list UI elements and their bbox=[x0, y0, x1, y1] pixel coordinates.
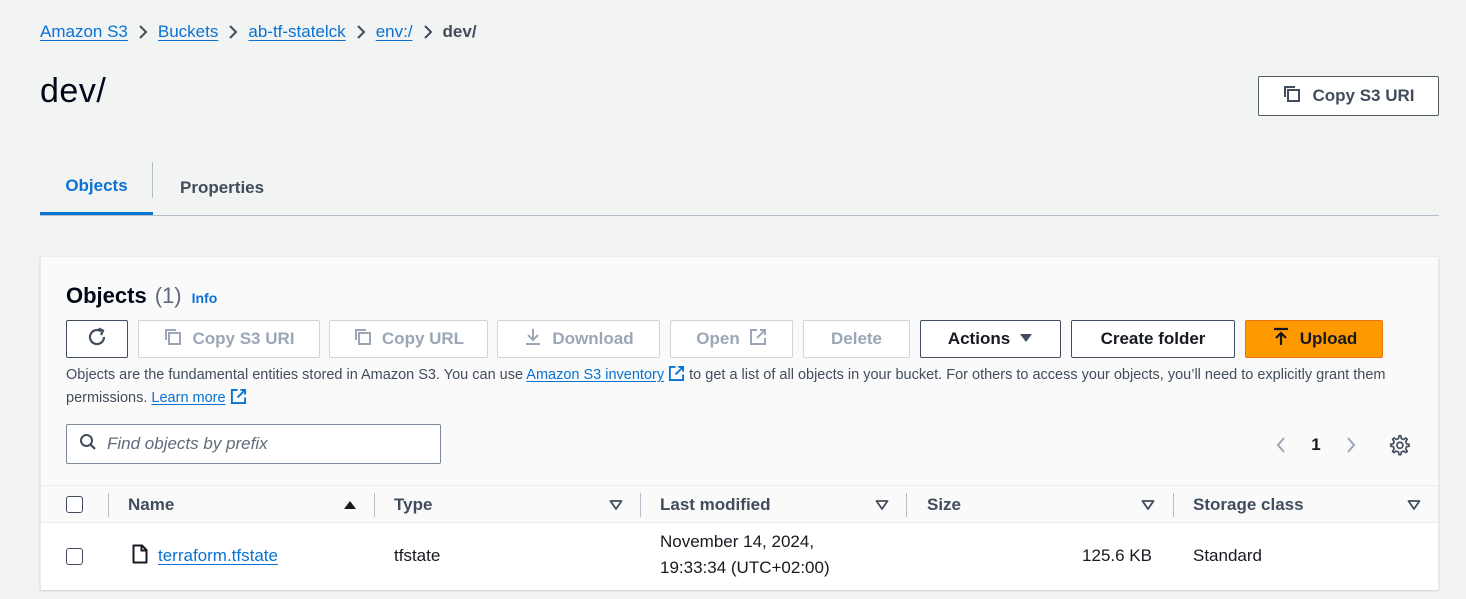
external-link-icon bbox=[668, 365, 685, 388]
breadcrumb-amazon-s3[interactable]: Amazon S3 bbox=[40, 22, 128, 42]
objects-count: (1) bbox=[154, 283, 182, 308]
search-input[interactable] bbox=[107, 434, 427, 454]
select-all-checkbox[interactable] bbox=[66, 496, 83, 513]
file-icon bbox=[132, 544, 148, 572]
s3-folder-page: Amazon S3 Buckets ab-tf-statelck env:/ d… bbox=[0, 0, 1466, 599]
search-icon bbox=[79, 433, 97, 456]
chevron-right-icon bbox=[128, 25, 158, 39]
copy-icon bbox=[353, 327, 373, 352]
last-modified-date: November 14, 2024, bbox=[660, 532, 815, 551]
copy-url-label: Copy URL bbox=[381, 329, 465, 348]
inventory-link[interactable]: Amazon S3 inventory bbox=[526, 367, 664, 383]
upload-label: Upload bbox=[1299, 329, 1358, 348]
copy-icon bbox=[163, 327, 183, 352]
upload-button[interactable]: Upload bbox=[1245, 320, 1383, 358]
objects-panel-title: Objects (1) Info bbox=[66, 283, 217, 309]
page-number[interactable]: 1 bbox=[1293, 435, 1339, 455]
copy-icon bbox=[1282, 84, 1302, 109]
object-type: tfstate bbox=[394, 546, 441, 565]
download-button[interactable]: Download bbox=[497, 320, 660, 358]
chevron-right-icon bbox=[346, 25, 376, 39]
actions-dropdown[interactable]: Actions bbox=[920, 320, 1061, 358]
copy-url-button[interactable]: Copy URL bbox=[329, 320, 488, 358]
column-header-size[interactable]: Size bbox=[927, 486, 961, 524]
objects-panel: Objects (1) Info Copy S3 URI Copy URL Do… bbox=[40, 256, 1439, 590]
objects-description: Objects are the fundamental entities sto… bbox=[66, 365, 1406, 411]
column-divider bbox=[1173, 493, 1174, 517]
description-text-1: Objects are the fundamental entities sto… bbox=[66, 367, 527, 383]
breadcrumb-current: dev/ bbox=[442, 22, 477, 41]
sort-caret-down-icon[interactable] bbox=[1407, 498, 1421, 512]
chevron-right-icon bbox=[218, 25, 248, 39]
chevron-right-icon bbox=[413, 25, 443, 39]
objects-panel-header: Objects (1) Info Copy S3 URI Copy URL Do… bbox=[41, 257, 1438, 485]
table-row: terraform.tfstate tfstate November 14, 2… bbox=[41, 524, 1438, 590]
search-box bbox=[66, 424, 441, 464]
copy-s3-uri-button[interactable]: Copy S3 URI bbox=[1258, 76, 1439, 116]
caret-down-icon bbox=[1019, 329, 1033, 349]
previous-page-icon[interactable] bbox=[1269, 433, 1293, 457]
open-button[interactable]: Open bbox=[670, 320, 793, 358]
column-divider bbox=[640, 493, 641, 517]
learn-more-label: Learn more bbox=[151, 390, 226, 406]
inventory-link-label: Amazon S3 inventory bbox=[526, 367, 665, 383]
row-select-checkbox[interactable] bbox=[66, 548, 83, 565]
download-icon bbox=[523, 327, 543, 352]
pagination: 1 bbox=[1269, 433, 1363, 457]
copy-s3-uri-label: Copy S3 URI bbox=[1312, 86, 1415, 105]
breadcrumb-env-folder[interactable]: env:/ bbox=[376, 22, 413, 42]
external-link-icon bbox=[749, 328, 767, 351]
column-divider bbox=[906, 493, 907, 517]
tab-list: Objects Properties bbox=[40, 160, 1439, 216]
column-divider bbox=[108, 493, 109, 517]
breadcrumb-buckets[interactable]: Buckets bbox=[158, 22, 218, 42]
object-size: 125.6 KB bbox=[1082, 546, 1152, 565]
sort-caret-down-icon[interactable] bbox=[1141, 498, 1155, 512]
external-link-icon bbox=[230, 388, 247, 411]
tab-properties[interactable]: Properties bbox=[180, 160, 264, 215]
last-modified-time: 19:33:34 (UTC+02:00) bbox=[660, 558, 830, 577]
create-folder-button[interactable]: Create folder bbox=[1071, 320, 1235, 358]
objects-heading: Objects bbox=[66, 283, 147, 308]
column-header-storage-class[interactable]: Storage class bbox=[1193, 486, 1304, 524]
column-header-type[interactable]: Type bbox=[394, 486, 432, 524]
learn-more-link[interactable]: Learn more bbox=[151, 390, 225, 406]
breadcrumb: Amazon S3 Buckets ab-tf-statelck env:/ d… bbox=[40, 20, 477, 44]
column-header-last-modified[interactable]: Last modified bbox=[660, 486, 771, 524]
tab-divider bbox=[152, 162, 153, 198]
column-divider bbox=[374, 493, 375, 517]
refresh-button[interactable] bbox=[66, 320, 128, 358]
breadcrumb-bucket[interactable]: ab-tf-statelck bbox=[248, 22, 345, 42]
copy-s3-uri-toolbar-label: Copy S3 URI bbox=[192, 329, 295, 348]
page-title: dev/ bbox=[40, 72, 107, 110]
sort-caret-down-icon[interactable] bbox=[875, 498, 889, 512]
open-label: Open bbox=[696, 329, 740, 348]
actions-label: Actions bbox=[947, 329, 1011, 348]
info-link[interactable]: Info bbox=[192, 290, 218, 306]
object-name-link[interactable]: terraform.tfstate bbox=[158, 543, 278, 569]
tab-objects[interactable]: Objects bbox=[40, 160, 153, 215]
sort-caret-down-icon[interactable] bbox=[609, 498, 623, 512]
upload-icon bbox=[1271, 327, 1291, 352]
delete-button[interactable]: Delete bbox=[803, 320, 910, 358]
download-label: Download bbox=[552, 329, 634, 348]
column-header-name[interactable]: Name bbox=[128, 486, 174, 524]
refresh-icon bbox=[86, 326, 108, 353]
copy-s3-uri-toolbar-button[interactable]: Copy S3 URI bbox=[138, 320, 320, 358]
object-last-modified: November 14, 2024, 19:33:34 (UTC+02:00) bbox=[660, 529, 830, 581]
next-page-icon[interactable] bbox=[1339, 433, 1363, 457]
sort-ascending-icon[interactable] bbox=[343, 498, 357, 512]
object-storage-class: Standard bbox=[1193, 546, 1262, 565]
table-header: Name Type Last modified Size Storage cla… bbox=[41, 485, 1438, 523]
settings-gear-icon[interactable] bbox=[1386, 432, 1412, 458]
